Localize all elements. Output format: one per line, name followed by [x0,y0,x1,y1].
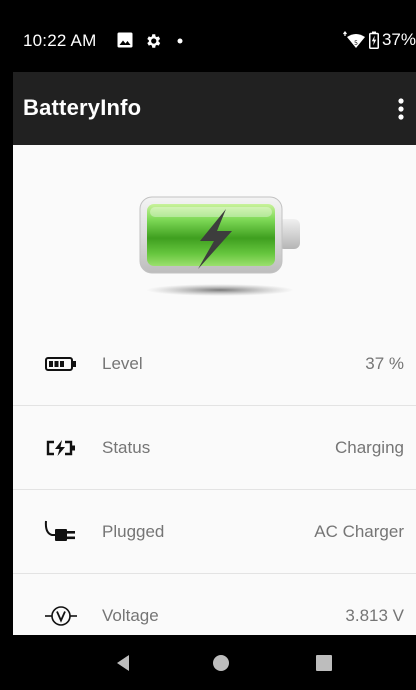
voltage-row[interactable]: Voltage 3.813 V [13,574,416,635]
status-value: Charging [335,438,404,457]
svg-text:5: 5 [354,40,358,47]
status-label: Status [102,438,151,457]
back-icon [117,655,129,671]
image-icon [117,32,133,48]
plugged-label: Plugged [102,522,165,541]
plugged-value: AC Charger [314,522,404,541]
battery-level-icon [41,350,81,378]
recents-icon [316,655,332,671]
device-frame: 10:22 AM 5 37% BatteryInfo Level 37 % St… [0,0,416,690]
plug-icon [41,518,81,546]
back-button[interactable] [103,649,143,677]
overflow-menu-button[interactable] [386,87,416,131]
battery-charging-illustration [139,196,300,296]
voltage-label: Voltage [102,606,159,625]
status-right-group: 5 37% [342,30,416,50]
charging-battery-icon [368,31,379,49]
level-row[interactable]: Level 37 % [13,322,416,406]
home-button[interactable] [201,649,241,677]
level-label: Level [102,354,143,373]
voltage-icon [41,602,81,630]
home-icon [213,655,229,671]
navigation-bar [13,635,416,690]
status-time: 10:22 AM [23,31,97,50]
level-value: 37 % [365,354,404,373]
more-vert-icon [398,98,404,120]
recents-button[interactable] [304,649,344,677]
battery-info-list[interactable]: Level 37 % Status Charging Plugged AC Ch… [13,145,416,635]
status-battery-percent: 37% [381,30,416,49]
status-row[interactable]: Status Charging [13,406,416,490]
app-bar: BatteryInfo [13,72,416,145]
gear-icon [147,34,161,48]
wifi-icon: 5 [342,31,365,48]
battery-charging-status-icon [41,434,81,462]
app-title: BatteryInfo [23,95,142,120]
status-bar: 10:22 AM 5 37% [13,10,416,72]
screen: 10:22 AM 5 37% BatteryInfo Level 37 % St… [13,10,416,690]
plugged-row[interactable]: Plugged AC Charger [13,490,416,574]
dot-icon [177,38,183,44]
voltage-value: 3.813 V [345,606,404,625]
